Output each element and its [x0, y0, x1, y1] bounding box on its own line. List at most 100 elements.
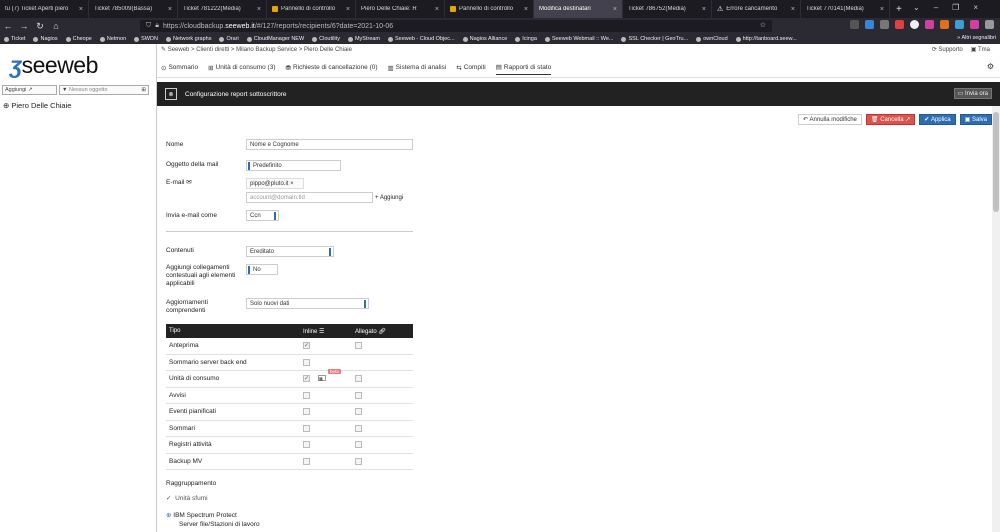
- bookmark-item[interactable]: Nagios: [33, 36, 58, 42]
- user-menu[interactable]: ▣ Tma: [971, 46, 990, 53]
- inline-checkbox[interactable]: [303, 441, 310, 449]
- bookmark-item[interactable]: Netmon: [99, 36, 126, 42]
- extension-icon[interactable]: [865, 20, 874, 29]
- browser-tab-active[interactable]: Modifica destinatari ×: [534, 0, 623, 18]
- expand-plus-icon[interactable]: ⊕: [3, 101, 9, 110]
- close-tab-icon[interactable]: ×: [257, 6, 261, 13]
- send-now-button[interactable]: ▭ Invia ora: [953, 88, 992, 99]
- browser-tab[interactable]: tu (7) Ticket Aperti piero ×: [0, 0, 89, 18]
- save-button[interactable]: ▣ Salva: [959, 114, 992, 125]
- menu-item-analytics[interactable]: ▥ Sistema di analisi: [388, 63, 447, 75]
- subject-select[interactable]: Predefinito: [246, 160, 341, 171]
- apply-button[interactable]: ✔ Applica: [919, 114, 956, 125]
- extension-icon[interactable]: [895, 20, 904, 29]
- home-icon[interactable]: ⌂: [48, 21, 64, 31]
- send-as-select[interactable]: Ccn: [246, 210, 279, 221]
- inline-checkbox[interactable]: [303, 391, 310, 399]
- breadcrumb[interactable]: ✎ Seeweb > Clienti diretti > Milano Back…: [161, 46, 352, 53]
- bookmark-item[interactable]: Cheope: [65, 36, 92, 42]
- bookmark-item[interactable]: Orari: [219, 36, 239, 42]
- bookmark-star-icon[interactable]: ☆: [760, 21, 766, 29]
- url-bar[interactable]: ⛉ 🔒︎ https://cloudbackup. seeweb.it/#/127…: [140, 20, 772, 32]
- forward-arrow-icon[interactable]: →: [16, 21, 32, 31]
- email-chip[interactable]: pippo@pluto.it ×: [246, 178, 304, 189]
- extension-icon[interactable]: [955, 20, 964, 29]
- support-link[interactable]: ⟳ Supporto: [932, 46, 963, 53]
- close-tab-icon[interactable]: ×: [524, 6, 528, 13]
- downloads-icon[interactable]: [850, 20, 859, 29]
- cancel-changes-button[interactable]: ↶ Annulla modifiche: [797, 114, 862, 125]
- browser-tab[interactable]: Pannello di controllo ×: [445, 0, 534, 18]
- close-tab-icon[interactable]: ×: [79, 6, 83, 13]
- inline-checkbox[interactable]: ✓: [303, 342, 310, 350]
- attachment-checkbox[interactable]: [355, 375, 362, 383]
- browser-tab[interactable]: Ticket 786752(Media) ×: [623, 0, 712, 18]
- new-tab-plus-icon[interactable]: +: [896, 4, 902, 15]
- close-tab-icon[interactable]: ×: [702, 6, 706, 13]
- close-tab-icon[interactable]: ×: [346, 6, 350, 13]
- attachment-checkbox[interactable]: [355, 342, 362, 350]
- delete-button[interactable]: 🗑︎ Cancella ↗: [865, 114, 916, 125]
- extension-icon[interactable]: [970, 20, 979, 29]
- bookmark-item[interactable]: CloudManager NEW: [246, 36, 304, 42]
- bookmark-item[interactable]: MyStream: [347, 36, 380, 42]
- grouping-option[interactable]: ✓ Unità sfumi: [166, 495, 208, 503]
- attachment-checkbox[interactable]: [355, 408, 362, 416]
- attachment-checkbox[interactable]: [355, 441, 362, 449]
- browser-tab[interactable]: Ticket 770141(Media) ×: [801, 0, 890, 18]
- close-tab-icon[interactable]: ×: [168, 6, 172, 13]
- inline-checkbox[interactable]: [303, 424, 310, 432]
- bookmark-item[interactable]: SWDN: [134, 36, 158, 42]
- links-select[interactable]: No: [246, 264, 278, 275]
- table-view-icon[interactable]: ▦: [318, 375, 326, 381]
- close-tab-icon[interactable]: ×: [791, 6, 795, 13]
- tree-item[interactable]: ⊕ Piero Delle Chiaie: [3, 101, 71, 110]
- inline-checkbox[interactable]: ✓: [303, 375, 310, 383]
- browser-tab[interactable]: Pannello di controllo ×: [267, 0, 356, 18]
- bookmark-item[interactable]: Icinga: [515, 36, 537, 42]
- remove-chip-icon[interactable]: ×: [290, 181, 294, 187]
- attachment-checkbox[interactable]: [355, 457, 362, 465]
- bookmark-item[interactable]: Cloutility: [312, 36, 340, 42]
- extension-icon[interactable]: [925, 20, 934, 29]
- ibm-group-item[interactable]: ⊕ IBM Spectrum Protect: [166, 512, 237, 520]
- menu-item-summary[interactable]: ⊙ Sommario: [161, 63, 198, 75]
- scrollbar-thumb[interactable]: [993, 112, 999, 212]
- bookmark-item[interactable]: Seeweb Webmail :: We...: [544, 36, 613, 42]
- email-input[interactable]: account@domain.tld: [246, 192, 373, 203]
- window-controls-icon[interactable]: ⌄–❐×: [913, 3, 992, 12]
- updates-select[interactable]: Solo nuovi dati: [246, 298, 369, 309]
- close-tab-icon[interactable]: ×: [880, 6, 884, 13]
- close-tab-icon[interactable]: ×: [613, 6, 617, 13]
- browser-tab[interactable]: Piero Delle Chiaie: R ×: [356, 0, 445, 18]
- bookmark-item[interactable]: Network graphs: [165, 36, 211, 42]
- inline-checkbox[interactable]: [303, 358, 310, 366]
- browser-tab[interactable]: ⚠ Errore caricamento ×: [712, 0, 801, 18]
- library-icon[interactable]: [880, 20, 889, 29]
- inline-checkbox[interactable]: [303, 408, 310, 416]
- bookmark-item[interactable]: Ticket: [4, 36, 25, 42]
- reload-icon[interactable]: ↻: [32, 21, 48, 32]
- extension-icon[interactable]: [940, 20, 949, 29]
- bookmark-item[interactable]: Seeweb - Cloud Objec...: [388, 36, 455, 42]
- menu-hamburger-icon[interactable]: [985, 20, 994, 29]
- add-email-button[interactable]: + Aggiungi: [375, 194, 403, 202]
- bookmark-item[interactable]: SSL Checker | GeoTru...: [621, 36, 688, 42]
- close-panel-icon[interactable]: ⊗: [165, 88, 177, 100]
- inline-checkbox[interactable]: [303, 457, 310, 465]
- object-filter-select[interactable]: ▼ Nessun oggetto ⊞: [59, 85, 149, 95]
- menu-item-status-reports[interactable]: ▤ Rapporti di stato: [495, 63, 552, 75]
- extension-icon[interactable]: [910, 20, 919, 29]
- page-scrollbar[interactable]: [992, 106, 1000, 532]
- other-bookmarks[interactable]: » Altri segnalibri: [957, 35, 996, 41]
- gear-icon[interactable]: ⚙: [987, 62, 994, 71]
- browser-tab[interactable]: Ticket 781222(Media) ×: [178, 0, 267, 18]
- content-select[interactable]: Ereditato: [246, 246, 334, 257]
- attachment-checkbox[interactable]: [355, 391, 362, 399]
- back-arrow-icon[interactable]: ←: [0, 21, 16, 31]
- add-object-button[interactable]: Aggiungi ↗: [2, 85, 57, 95]
- menu-item-deletion-requests[interactable]: ⛃ Richieste di cancellazione (0): [286, 63, 378, 75]
- bookmark-item[interactable]: Nagios Alliance: [462, 36, 507, 42]
- bookmark-item[interactable]: ownCloud: [696, 36, 728, 42]
- menu-item-tasks[interactable]: ⇆ Compiti: [456, 63, 486, 75]
